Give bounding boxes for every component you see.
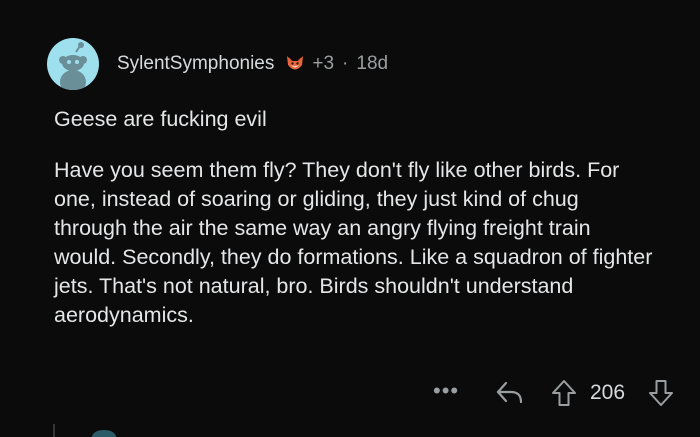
comment-paragraph: Have you seem them fly? They don't fly l…: [54, 158, 653, 327]
reply-icon[interactable]: [495, 380, 525, 411]
fox-flair-icon: [284, 53, 306, 75]
comment: SylentSymphonies +3 · 18d Geese are fuck…: [0, 0, 700, 437]
karma-count: +3: [312, 53, 335, 74]
avatar[interactable]: [47, 38, 99, 90]
username[interactable]: SylentSymphonies: [117, 53, 274, 75]
reply-avatar: [92, 430, 116, 437]
more-options-button[interactable]: •••: [433, 378, 459, 404]
downvote-icon[interactable]: [647, 379, 675, 412]
comment-actions: ••• 206: [0, 376, 700, 412]
comment-header: SylentSymphonies +3 · 18d: [47, 38, 388, 90]
vote-score: 206: [590, 381, 626, 404]
snoo-avatar-icon: [59, 42, 87, 90]
meta-separator: ·: [342, 53, 349, 74]
comment-paragraph: Geese are fucking evil: [54, 107, 267, 131]
comment-age: 18d: [356, 53, 389, 74]
thread-line[interactable]: [53, 424, 55, 437]
upvote-icon[interactable]: [550, 379, 578, 412]
comment-body: Geese are fucking evil Have you seem the…: [54, 105, 654, 330]
